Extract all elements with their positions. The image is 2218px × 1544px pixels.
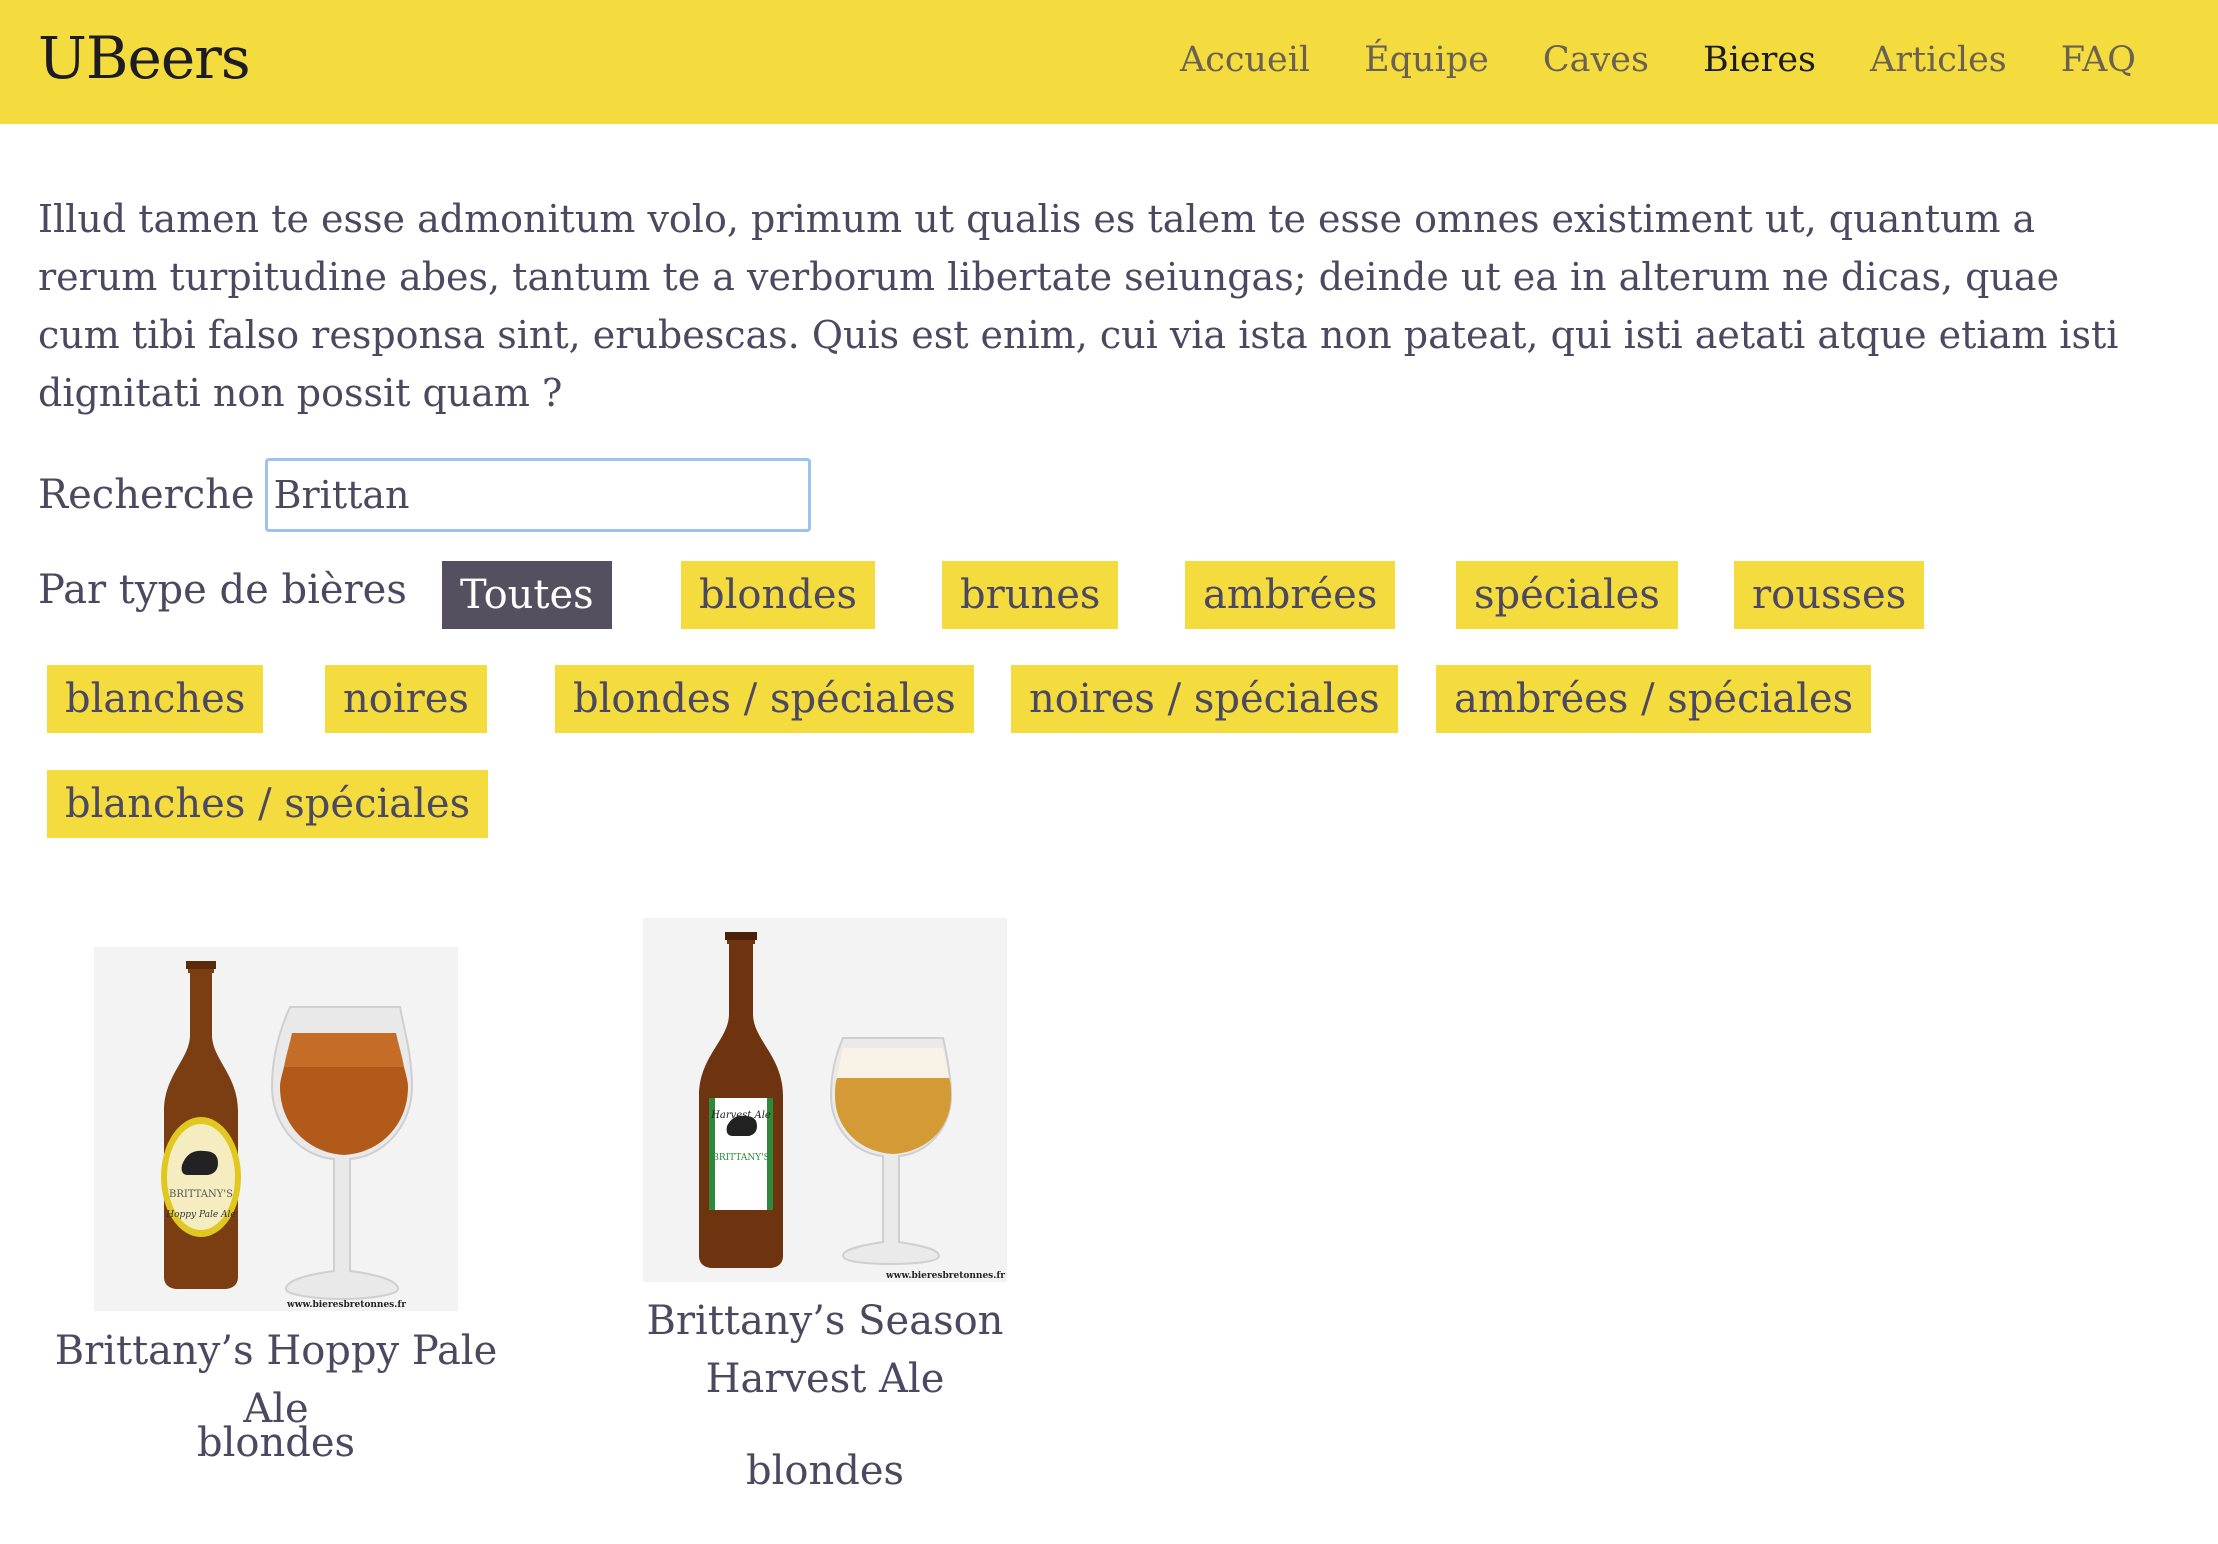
nav-link-articles[interactable]: Articles — [1870, 34, 2007, 86]
nav-link-equipe[interactable]: Équipe — [1364, 34, 1489, 86]
search-input[interactable] — [264, 458, 811, 532]
bottle-label-brand-1: BRITTANY'S — [169, 1189, 233, 1200]
beer-photo-2: Harvest Ale BRITTANY'S www.bieresbretonn… — [643, 918, 1007, 1282]
product-type-season-harvest-ale: blondes — [745, 1448, 905, 1494]
search-row: Recherche — [38, 458, 811, 532]
search-label: Recherche — [38, 472, 255, 518]
nav-link-faq[interactable]: FAQ — [2061, 34, 2136, 86]
filter-chip-blondes[interactable]: blondes — [681, 561, 876, 629]
product-type-hoppy-pale-ale: blondes — [196, 1420, 356, 1466]
filter-chip-blanches-speciales[interactable]: blanches / spéciales — [47, 770, 489, 838]
filter-chip-noires[interactable]: noires — [325, 665, 487, 733]
filter-chip-speciales[interactable]: spéciales — [1456, 561, 1678, 629]
nav-links: Accueil Équipe Caves Bieres Articles FAQ — [1180, 34, 2136, 86]
bottle-label-brand-2: BRITTANY'S — [712, 1153, 770, 1163]
image-watermark-1: www.bieresbretonnes.fr — [286, 1300, 406, 1310]
product-title-season-harvest-ale[interactable]: Brittany’s Season Harvest Ale — [575, 1292, 1075, 1408]
filter-chip-blanches[interactable]: blanches — [47, 665, 264, 733]
nav-link-accueil[interactable]: Accueil — [1180, 34, 1310, 86]
navbar: UBeers Accueil Équipe Caves Bieres Artic… — [0, 0, 2218, 124]
product-image-hoppy-pale-ale[interactable]: BRITTANY'S Hoppy Pale Ale www.bieresbret… — [94, 947, 458, 1311]
image-watermark-2: www.bieresbretonnes.fr — [885, 1271, 1005, 1281]
intro-paragraph: Illud tamen te esse admonitum volo, prim… — [38, 197, 2119, 415]
filter-chip-ambrees[interactable]: ambrées — [1185, 561, 1396, 629]
bottle-label-sub-1: Hoppy Pale Ale — [165, 1210, 236, 1220]
beer-photo-1: BRITTANY'S Hoppy Pale Ale www.bieresbret… — [94, 947, 458, 1311]
nav-link-caves[interactable]: Caves — [1543, 34, 1649, 86]
product-image-season-harvest-ale[interactable]: Harvest Ale BRITTANY'S www.bieresbretonn… — [643, 918, 1007, 1282]
filter-chip-rousses[interactable]: rousses — [1734, 561, 1925, 629]
filter-chip-ambrees-speciales[interactable]: ambrées / spéciales — [1436, 665, 1872, 733]
filter-chip-noires-speciales[interactable]: noires / spéciales — [1011, 665, 1398, 733]
brand-logo[interactable]: UBeers — [38, 18, 251, 98]
filter-chip-toutes[interactable]: Toutes — [442, 561, 612, 629]
filter-chip-brunes[interactable]: brunes — [942, 561, 1119, 629]
filter-chip-blondes-speciales[interactable]: blondes / spéciales — [555, 665, 974, 733]
filter-label: Par type de bières — [38, 567, 407, 613]
nav-link-bieres[interactable]: Bieres — [1703, 34, 1816, 86]
